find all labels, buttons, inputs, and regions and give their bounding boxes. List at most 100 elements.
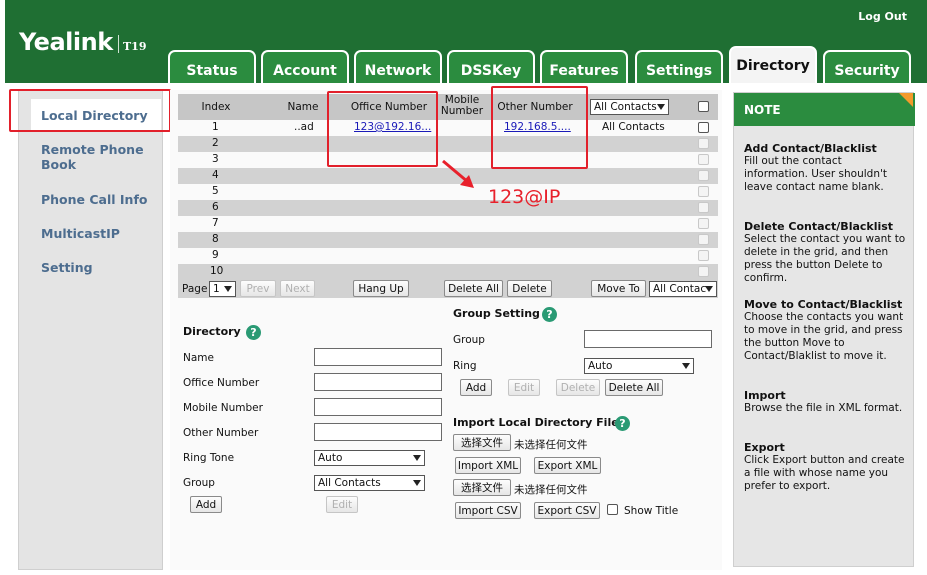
annotation-arrow-icon — [442, 159, 474, 188]
note-text: Select the contact you want to delete in… — [744, 233, 906, 284]
table-row[interactable]: 1 ..ad 123@192.16... 192.168.5.... All C… — [178, 120, 718, 136]
delete-all-button[interactable]: Delete All — [444, 280, 503, 297]
delete-group-button[interactable]: Delete — [556, 379, 600, 396]
highlight-box-other-number — [491, 86, 588, 169]
chevron-down-icon — [657, 104, 665, 110]
tab-network[interactable]: Network — [354, 50, 442, 83]
note-text: Browse the file in XML format. — [744, 402, 903, 414]
sidebar-item-remote-phone-book[interactable]: Remote Phone Book — [41, 142, 151, 172]
show-title-checkbox[interactable] — [607, 504, 618, 515]
note-section: Delete Contact/Blacklist Select the cont… — [744, 220, 909, 285]
note-heading: Add Contact/Blacklist — [744, 142, 877, 155]
chevron-down-icon — [413, 455, 421, 461]
page-select[interactable]: 1 — [209, 281, 236, 297]
sidebar-item-phone-call-info[interactable]: Phone Call Info — [41, 192, 147, 207]
export-xml-button[interactable]: Export XML — [534, 457, 601, 474]
grid-group-filter-value: All Contacts — [594, 101, 657, 113]
row-checkbox[interactable] — [698, 170, 709, 181]
note-header: NOTE — [734, 93, 915, 126]
page-select-value: 1 — [213, 283, 220, 295]
hang-up-button[interactable]: Hang Up — [353, 280, 409, 297]
next-button[interactable]: Next — [280, 280, 315, 297]
note-heading: Delete Contact/Blacklist — [744, 220, 894, 233]
select-all-checkbox[interactable] — [698, 101, 709, 112]
name-input[interactable] — [314, 348, 442, 366]
row-checkbox[interactable] — [698, 250, 709, 261]
sidebar-item-setting[interactable]: Setting — [41, 260, 93, 275]
tab-security[interactable]: Security — [823, 50, 911, 83]
add-contact-button[interactable]: Add — [190, 496, 222, 513]
other-number-input[interactable] — [314, 423, 442, 441]
tab-settings[interactable]: Settings — [635, 50, 723, 83]
move-target-value: All Contac — [653, 283, 707, 295]
group-ring-select[interactable]: Auto — [584, 358, 694, 374]
help-icon[interactable]: ? — [246, 325, 261, 340]
row-index: 6 — [212, 201, 219, 213]
tab-features[interactable]: Features — [540, 50, 628, 83]
delete-button[interactable]: Delete — [507, 280, 552, 297]
grid-controls-bar: Page 1 Prev Next Hang Up Delete All Dele… — [178, 280, 718, 298]
table-row[interactable]: 6 — [178, 200, 718, 216]
import-csv-button[interactable]: Import CSV — [455, 502, 521, 519]
edit-group-button[interactable]: Edit — [508, 379, 540, 396]
row-index: 10 — [210, 265, 224, 277]
row-checkbox[interactable] — [698, 234, 709, 245]
group-name-input[interactable] — [584, 330, 712, 348]
ring-tone-select[interactable]: Auto — [314, 450, 425, 466]
tab-status[interactable]: Status — [168, 50, 256, 83]
choose-file-button[interactable]: 选择文件 — [453, 479, 511, 496]
import-xml-button[interactable]: Import XML — [455, 457, 521, 474]
col-name: Name — [287, 101, 319, 113]
chevron-down-icon — [682, 363, 690, 369]
move-to-button[interactable]: Move To — [591, 280, 646, 297]
grid-group-filter-select[interactable]: All Contacts — [590, 99, 669, 115]
mobile-number-input[interactable] — [314, 398, 442, 416]
row-checkbox[interactable] — [698, 138, 709, 149]
row-index: 2 — [212, 137, 219, 149]
mobile-number-label: Mobile Number — [183, 402, 263, 414]
choose-file-button[interactable]: 选择文件 — [453, 434, 511, 451]
tab-account[interactable]: Account — [261, 50, 349, 83]
edit-contact-button[interactable]: Edit — [326, 496, 358, 513]
group-select[interactable]: All Contacts — [314, 475, 425, 491]
row-checkbox[interactable] — [698, 154, 709, 165]
import-section-title: Import Local Directory File — [453, 416, 619, 429]
move-target-select[interactable]: All Contac — [649, 281, 717, 297]
note-corner-icon — [899, 93, 913, 107]
table-row[interactable]: 2 — [178, 136, 718, 152]
row-checkbox[interactable] — [698, 266, 709, 277]
highlight-box-office-number — [327, 91, 438, 167]
add-group-button[interactable]: Add — [460, 379, 492, 396]
table-row[interactable]: 8 — [178, 232, 718, 248]
delete-all-groups-button[interactable]: Delete All — [605, 379, 663, 396]
row-name: ..ad — [294, 121, 314, 133]
group-setting-group-label: Group — [453, 334, 485, 346]
table-row[interactable]: 9 — [178, 248, 718, 264]
note-heading: Import — [744, 389, 786, 402]
annotation-label: 123@IP — [488, 186, 561, 208]
export-csv-button[interactable]: Export CSV — [534, 502, 600, 519]
row-checkbox[interactable] — [698, 122, 709, 133]
logout-link[interactable]: Log Out — [858, 10, 907, 23]
left-sidebar: Local Directory Remote Phone Book Phone … — [18, 90, 163, 570]
tab-directory[interactable]: Directory — [729, 46, 817, 83]
highlight-box-local-directory — [9, 89, 171, 132]
tab-dsskey[interactable]: DSSKey — [447, 50, 535, 83]
sidebar-item-multicastip[interactable]: MulticastIP — [41, 226, 120, 241]
note-text: Click Export button and create a file wi… — [744, 454, 905, 492]
prev-button[interactable]: Prev — [240, 280, 276, 297]
group-setting-title: Group Setting — [453, 307, 540, 320]
name-label: Name — [183, 352, 214, 364]
help-icon[interactable]: ? — [615, 416, 630, 431]
ring-tone-label: Ring Tone — [183, 452, 235, 464]
table-row[interactable]: 7 — [178, 216, 718, 232]
table-row[interactable]: 10 — [178, 264, 718, 280]
row-checkbox[interactable] — [698, 202, 709, 213]
office-number-input[interactable] — [314, 373, 442, 391]
help-icon[interactable]: ? — [542, 307, 557, 322]
note-section: Move to Contact/Blacklist Choose the con… — [744, 298, 909, 363]
row-checkbox[interactable] — [698, 186, 709, 197]
row-checkbox[interactable] — [698, 218, 709, 229]
top-header: Yealink T19 Log Out Status Account Netwo… — [5, 0, 927, 83]
chevron-down-icon — [224, 286, 232, 292]
